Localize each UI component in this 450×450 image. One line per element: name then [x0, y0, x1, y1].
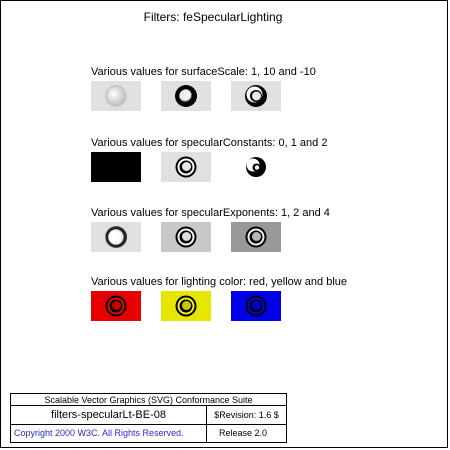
copyright-link[interactable]: Copyright 2000 W3C. All Rights Reserved. — [11, 425, 207, 442]
tile-surface-scale-10 — [161, 81, 211, 111]
conformance-info-box: Scalable Vector Graphics (SVG) Conforman… — [10, 393, 287, 443]
tile-specular-constant-1 — [161, 152, 211, 182]
tile-specular-exponent-2 — [161, 222, 211, 252]
section-heading-specular-constants: Various values for specularConstants: 0,… — [91, 137, 328, 149]
section-heading-specular-exponents: Various values for specularExponents: 1,… — [91, 207, 330, 219]
tile-lighting-color-blue — [231, 291, 281, 321]
revision-label: $Revision: 1.6 $ — [214, 410, 279, 420]
tile-surface-scale-1 — [91, 81, 141, 111]
section-heading-surface-scale: Various values for surfaceScale: 1, 10 a… — [91, 66, 316, 78]
section-heading-lighting-color: Various values for lighting color: red, … — [91, 276, 347, 288]
tile-surface-scale-neg10 — [231, 81, 281, 111]
tile-specular-exponent-1 — [91, 222, 141, 252]
tile-specular-constant-0 — [91, 152, 141, 182]
page-title: Filters: feSpecularLighting — [143, 10, 283, 24]
suite-title: Scalable Vector Graphics (SVG) Conforman… — [11, 394, 286, 406]
tile-lighting-color-yellow — [161, 291, 211, 321]
tile-specular-constant-2 — [231, 152, 281, 182]
tile-specular-exponent-4 — [231, 222, 281, 252]
release-label: Release 2.0 — [219, 428, 268, 438]
test-name: filters-specularLt-BE-08 — [11, 406, 207, 424]
tile-lighting-color-red — [91, 291, 141, 321]
